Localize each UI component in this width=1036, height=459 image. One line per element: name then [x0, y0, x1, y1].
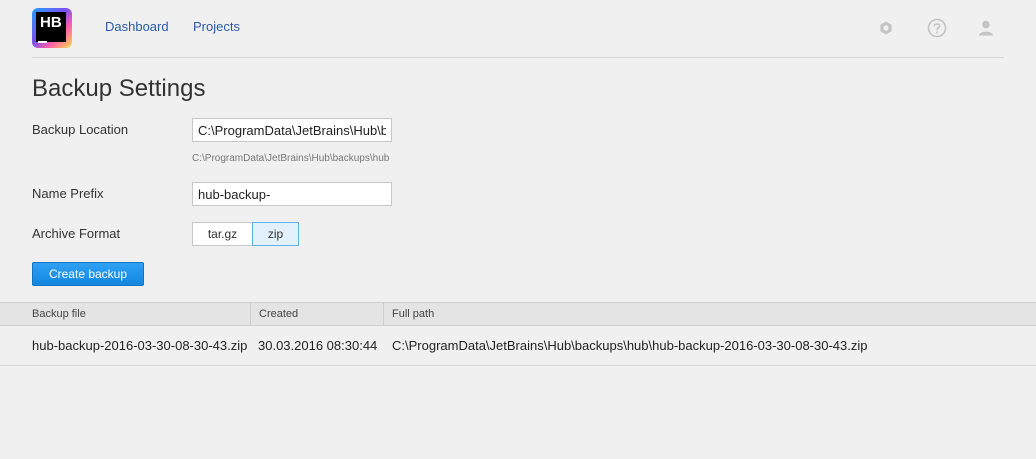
backups-table: Backup file Created Full path hub-backup… [0, 302, 1036, 366]
format-targz-button[interactable]: tar.gz [192, 222, 253, 246]
name-prefix-label: Name Prefix [32, 186, 104, 201]
column-header-full-path[interactable]: Full path [383, 303, 1036, 325]
archive-format-label: Archive Format [32, 226, 121, 241]
create-backup-button[interactable]: Create backup [32, 262, 144, 286]
cell-backup-file: hub-backup-2016-03-30-08-30-43.zip [32, 338, 248, 353]
user-icon[interactable] [976, 18, 996, 38]
table-row[interactable]: hub-backup-2016-03-30-08-30-43.zip 30.03… [0, 326, 1036, 366]
page-title: Backup Settings [32, 75, 206, 102]
logo-underscore [38, 41, 47, 43]
top-header: HB Dashboard Projects [32, 0, 1004, 58]
logo-text: HB [36, 12, 66, 42]
settings-icon[interactable] [876, 18, 896, 38]
backup-location-label: Backup Location [32, 122, 129, 137]
hub-logo[interactable]: HB [32, 8, 72, 48]
help-icon[interactable] [927, 18, 947, 38]
column-header-backup-file[interactable]: Backup file [24, 303, 250, 325]
nav-dashboard-link[interactable]: Dashboard [105, 19, 169, 34]
backup-location-input[interactable] [192, 118, 392, 142]
archive-format-toggle: tar.gz zip [192, 222, 299, 246]
name-prefix-input[interactable] [192, 182, 392, 206]
table-header: Backup file Created Full path [0, 302, 1036, 326]
backup-location-hint: C:\ProgramData\JetBrains\Hub\backups\hub [192, 153, 390, 164]
format-zip-button[interactable]: zip [252, 222, 299, 246]
cell-full-path: C:\ProgramData\JetBrains\Hub\backups\hub… [392, 338, 868, 353]
cell-created: 30.03.2016 08:30:44 [258, 338, 378, 353]
nav-projects-link[interactable]: Projects [193, 19, 240, 34]
column-header-created[interactable]: Created [250, 303, 383, 325]
table-body: hub-backup-2016-03-30-08-30-43.zip 30.03… [0, 326, 1036, 366]
page: HB Dashboard Projects Backup Settings Ba… [0, 0, 1036, 459]
